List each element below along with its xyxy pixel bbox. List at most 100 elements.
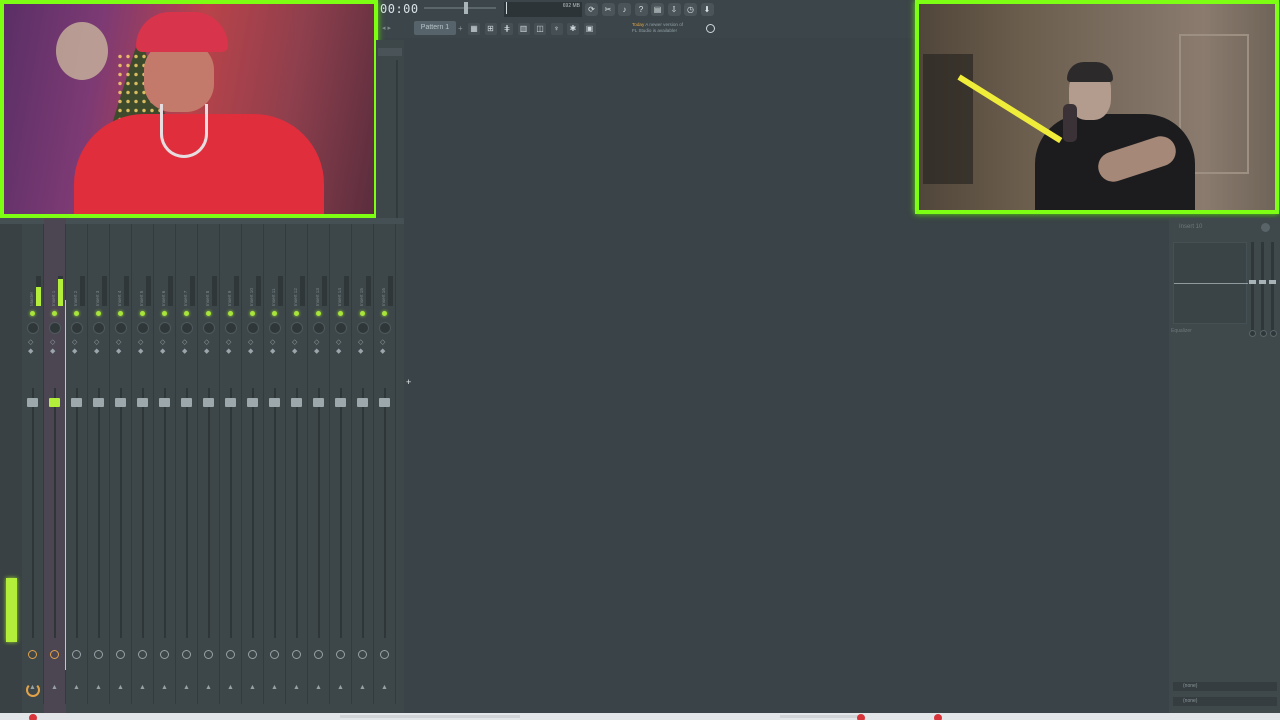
track-fader-slot[interactable]	[54, 388, 56, 638]
route-arrow-icon[interactable]: ▲	[139, 684, 146, 691]
track-fader-slot[interactable]	[142, 388, 144, 638]
stereo-separation-icon[interactable]: ◇	[138, 338, 143, 346]
mixer-track[interactable]: Insert 6 ◇ ◆ ▲	[154, 218, 176, 713]
track-volume-fader[interactable]	[137, 398, 148, 407]
route-arrow-icon[interactable]: ▲	[293, 684, 300, 691]
mixer-track[interactable]: Insert 4 ◇ ◆ ▲	[110, 218, 132, 713]
stereo-separation-icon[interactable]: ◇	[182, 338, 187, 346]
stereo-swap-icon[interactable]: ◆	[358, 347, 363, 355]
track-pan-knob[interactable]	[181, 322, 193, 334]
plugin-icon[interactable]: ♆	[550, 23, 563, 35]
insert-slot-2[interactable]: (none)	[1173, 697, 1277, 706]
track-volume-fader[interactable]	[225, 398, 236, 407]
stereo-separation-icon[interactable]: ◇	[72, 338, 77, 346]
stereo-swap-icon[interactable]: ◆	[138, 347, 143, 355]
track-send-knob[interactable]	[116, 650, 125, 659]
track-volume-fader[interactable]	[159, 398, 170, 407]
stereo-swap-icon[interactable]: ◆	[94, 347, 99, 355]
mixer-track[interactable]: Insert 2 ◇ ◆ ▲	[66, 218, 88, 713]
stereo-separation-icon[interactable]: ◇	[292, 338, 297, 346]
track-fader-slot[interactable]	[252, 388, 254, 638]
track-pan-knob[interactable]	[225, 322, 237, 334]
stereo-swap-icon[interactable]: ◆	[248, 347, 253, 355]
link-icon[interactable]: ▣	[583, 23, 596, 35]
insert-slot-1[interactable]: (none)	[1173, 682, 1277, 691]
track-enable-led[interactable]	[52, 311, 57, 316]
mixer-track[interactable]: Insert 7 ◇ ◆ ▲	[176, 218, 198, 713]
track-pan-knob[interactable]	[269, 322, 281, 334]
track-volume-fader[interactable]	[71, 398, 82, 407]
stereo-swap-icon[interactable]: ◆	[72, 347, 77, 355]
track-enable-led[interactable]	[382, 311, 387, 316]
route-arrow-icon[interactable]: ▲	[51, 684, 58, 691]
track-enable-led[interactable]	[228, 311, 233, 316]
stereo-swap-icon[interactable]: ◆	[314, 347, 319, 355]
master-volume-knob[interactable]	[464, 2, 468, 14]
stereo-swap-icon[interactable]: ◆	[50, 347, 55, 355]
mixer-track[interactable]: Insert 10 ◇ ◆ ▲	[242, 218, 264, 713]
clock-icon[interactable]: ◷	[684, 3, 697, 16]
track-fader-slot[interactable]	[318, 388, 320, 638]
news-panel[interactable]: Today A newer version of FL Studio is av…	[632, 22, 683, 34]
stereo-separation-icon[interactable]: ◇	[28, 338, 33, 346]
route-arrow-icon[interactable]: ▲	[359, 684, 366, 691]
track-volume-fader[interactable]	[93, 398, 104, 407]
track-send-knob[interactable]	[28, 650, 37, 659]
taskbar-app[interactable]	[780, 715, 860, 718]
add-pattern-button[interactable]: +	[458, 24, 463, 33]
track-volume-fader[interactable]	[115, 398, 126, 407]
track-enable-led[interactable]	[162, 311, 167, 316]
track-enable-led[interactable]	[96, 311, 101, 316]
insert-fader-3[interactable]	[1269, 242, 1276, 332]
record-icon[interactable]	[857, 714, 865, 720]
stereo-swap-icon[interactable]: ◆	[270, 347, 275, 355]
track-fader-slot[interactable]	[98, 388, 100, 638]
pin-icon[interactable]: ✱	[567, 23, 579, 35]
track-fader-slot[interactable]	[362, 388, 364, 638]
track-fader-slot[interactable]	[296, 388, 298, 638]
taskbar-app[interactable]	[340, 715, 520, 718]
mixer-scroll[interactable]	[396, 60, 398, 218]
track-volume-fader[interactable]	[313, 398, 324, 407]
track-enable-led[interactable]	[272, 311, 277, 316]
insert-knob-3[interactable]	[1270, 330, 1277, 337]
route-arrow-icon[interactable]: ▲	[381, 684, 388, 691]
track-volume-fader[interactable]	[357, 398, 368, 407]
track-volume-fader[interactable]	[181, 398, 192, 407]
stereo-separation-icon[interactable]: ◇	[94, 338, 99, 346]
mixer-track-master[interactable]: Master ◇ ◆ ▲	[22, 218, 44, 713]
help-icon[interactable]: ?	[634, 3, 648, 16]
track-fader-slot[interactable]	[230, 388, 232, 638]
route-arrow-icon[interactable]: ▲	[95, 684, 102, 691]
stereo-swap-icon[interactable]: ◆	[292, 347, 297, 355]
track-enable-led[interactable]	[294, 311, 299, 316]
track-pan-knob[interactable]	[379, 322, 391, 334]
stereo-separation-icon[interactable]: ◇	[380, 338, 385, 346]
route-arrow-icon[interactable]: ▲	[73, 684, 80, 691]
track-send-knob[interactable]	[270, 650, 279, 659]
fader-cap[interactable]	[1269, 280, 1276, 284]
track-pan-knob[interactable]	[159, 322, 171, 334]
stereo-swap-icon[interactable]: ◆	[204, 347, 209, 355]
route-arrow-icon[interactable]: ▲	[117, 684, 124, 691]
track-volume-fader[interactable]	[335, 398, 346, 407]
route-arrow-icon[interactable]: ▲	[249, 684, 256, 691]
track-pan-knob[interactable]	[115, 322, 127, 334]
mic-icon[interactable]: ♪	[618, 3, 631, 16]
track-send-knob[interactable]	[292, 650, 301, 659]
loop-icon[interactable]: ⟳	[585, 3, 598, 16]
stereo-separation-icon[interactable]: ◇	[160, 338, 165, 346]
insert-knob-1[interactable]	[1249, 330, 1256, 337]
route-arrow-icon[interactable]: ▲	[227, 684, 234, 691]
download-icon[interactable]: ⬇	[700, 3, 714, 16]
master-volume-slider[interactable]	[424, 2, 496, 14]
stereo-separation-icon[interactable]: ◇	[50, 338, 55, 346]
track-volume-fader[interactable]	[269, 398, 280, 407]
route-arrow-icon[interactable]: ▲	[205, 684, 212, 691]
track-volume-fader[interactable]	[27, 398, 38, 407]
fader-cap[interactable]	[1259, 280, 1266, 284]
track-send-knob[interactable]	[226, 650, 235, 659]
mixer-track[interactable]: Insert 9 ◇ ◆ ▲	[220, 218, 242, 713]
track-send-knob[interactable]	[138, 650, 147, 659]
track-pan-knob[interactable]	[357, 322, 369, 334]
